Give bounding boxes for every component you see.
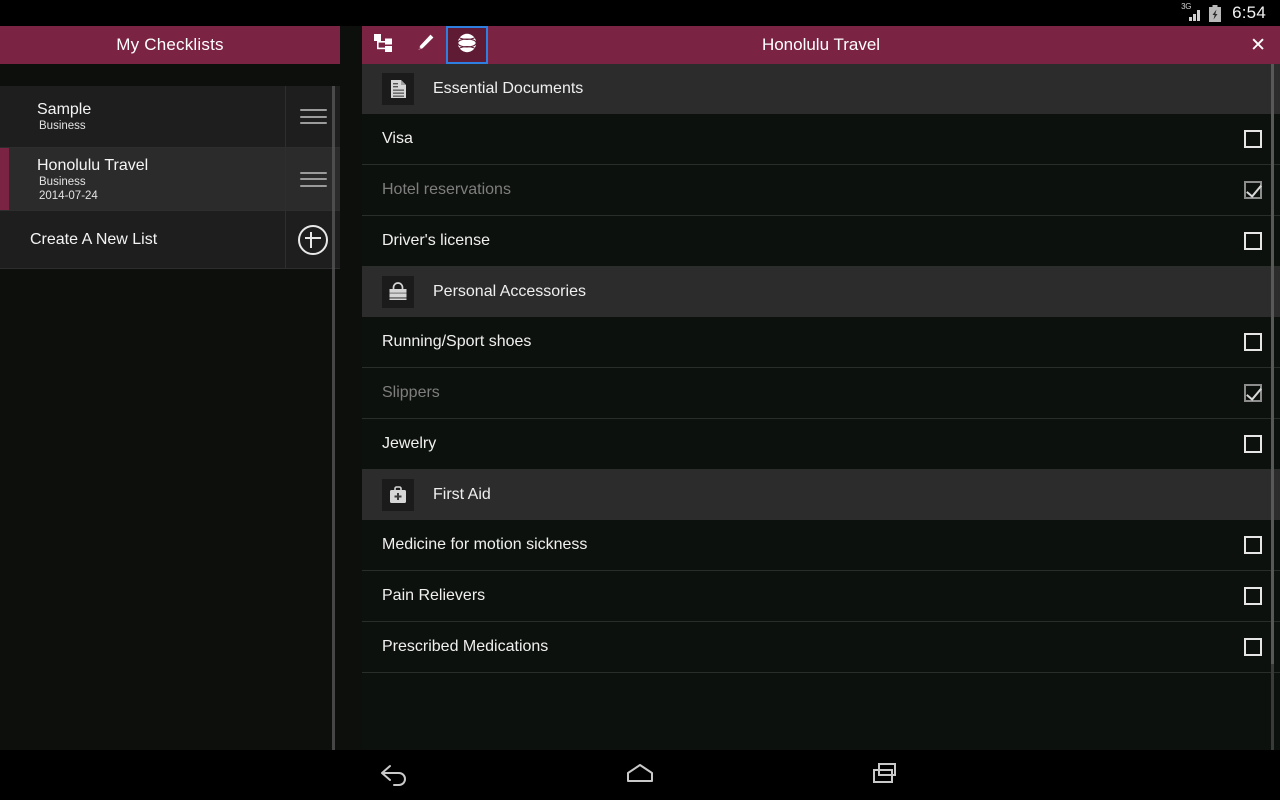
android-home-button[interactable]	[612, 756, 668, 794]
checklist-item-row[interactable]: Visa	[362, 114, 1280, 165]
checklist-item-row[interactable]: Driver's license	[362, 216, 1280, 267]
sidebar-item-category: Business	[39, 175, 86, 188]
section-title: First Aid	[433, 486, 491, 503]
sidebar-title: My Checklists	[116, 35, 224, 54]
screen: 3G 6:54 My Checklists Sample Business Ho…	[0, 0, 1280, 800]
section-title: Essential Documents	[433, 80, 584, 97]
checklist-item-row[interactable]: Jewelry	[362, 419, 1280, 470]
panel-divider	[340, 26, 362, 750]
sidebar-header: My Checklists	[0, 26, 340, 64]
checklist-list: Sample Business Honolulu Travel Business…	[0, 86, 340, 269]
signal-network-label: 3G	[1181, 2, 1192, 11]
first-aid-kit-icon	[382, 479, 414, 511]
hierarchy-view-button[interactable]	[362, 26, 404, 64]
back-arrow-icon	[373, 759, 415, 792]
checklist-item-label: Slippers	[382, 384, 440, 401]
sidebar-item-date: 2014-07-24	[39, 189, 98, 202]
create-new-list-label: Create A New List	[30, 230, 158, 248]
checklist-item-label: Running/Sport shoes	[382, 333, 532, 350]
section-header-first-aid[interactable]: First Aid	[362, 470, 1280, 520]
section-title: Personal Accessories	[433, 283, 586, 300]
checklist-item-label: Driver's license	[382, 232, 490, 249]
sidebar-item-sample[interactable]: Sample Business	[0, 86, 340, 148]
checklist-item-label: Medicine for motion sickness	[382, 536, 588, 553]
close-icon[interactable]: ✕	[1250, 26, 1266, 64]
sidebar-item-category: Business	[39, 120, 86, 132]
page-title: Honolulu Travel	[761, 35, 881, 54]
sidebar-item-text: Honolulu Travel Business 2014-07-24	[0, 148, 285, 210]
checklist-item-label: Prescribed Medications	[382, 638, 549, 655]
checklist-item-label: Visa	[382, 130, 413, 147]
globe-icon	[454, 32, 478, 59]
section-header-essential-documents[interactable]: Essential Documents	[362, 64, 1280, 114]
hierarchy-icon	[372, 32, 394, 59]
checklist-item-row[interactable]: Pain Relievers	[362, 571, 1280, 622]
checklist-item-label: Hotel reservations	[382, 181, 511, 198]
home-icon	[619, 759, 661, 792]
sidebar-scrollbar[interactable]	[332, 86, 335, 776]
checklists-sidebar: My Checklists Sample Business Honolulu T…	[0, 26, 340, 776]
checklist-content: Essential Documents Visa Hotel reservati…	[362, 64, 1280, 750]
create-new-list-row[interactable]: Create A New List	[0, 211, 340, 269]
android-nav-bar	[0, 750, 1280, 800]
document-icon	[382, 73, 414, 105]
globe-button[interactable]	[446, 26, 488, 64]
checklist-item-row[interactable]: Slippers	[362, 368, 1280, 419]
sidebar-item-title: Honolulu Travel	[37, 156, 149, 174]
recents-icon	[865, 759, 907, 792]
edit-button[interactable]	[404, 26, 446, 64]
status-clock: 6:54	[1232, 3, 1266, 22]
checklist-item-row[interactable]: Hotel reservations	[362, 165, 1280, 216]
sidebar-item-text: Sample Business	[0, 86, 285, 147]
checklist-item-row[interactable]: Medicine for motion sickness	[362, 520, 1280, 571]
status-icons: 3G 6:54	[1181, 3, 1266, 23]
checklist-item-row[interactable]: Prescribed Medications	[362, 622, 1280, 673]
sidebar-item-honolulu-travel[interactable]: Honolulu Travel Business 2014-07-24	[0, 148, 340, 211]
sidebar-item-title: Sample	[37, 101, 92, 118]
android-status-bar: 3G 6:54	[0, 0, 1280, 26]
checklist-item-row[interactable]: Running/Sport shoes	[362, 317, 1280, 368]
checklist-detail-panel: Honolulu Travel ✕ Essential Documents Vi…	[362, 26, 1280, 750]
app-bar: Honolulu Travel ✕	[362, 26, 1280, 64]
checklist-item-label: Pain Relievers	[382, 587, 486, 604]
sidebar-spacer	[0, 64, 340, 86]
pencil-icon	[414, 32, 436, 59]
battery-charging-icon	[1208, 5, 1222, 22]
checklist-item-label: Jewelry	[382, 435, 437, 452]
content-scrollbar-thumb[interactable]	[1271, 64, 1274, 664]
android-recents-button[interactable]	[858, 756, 914, 794]
android-back-button[interactable]	[366, 756, 422, 794]
selection-stripe	[0, 148, 9, 210]
bag-icon	[382, 276, 414, 308]
signal-3g-icon: 3G	[1181, 2, 1201, 22]
section-header-personal-accessories[interactable]: Personal Accessories	[362, 267, 1280, 317]
